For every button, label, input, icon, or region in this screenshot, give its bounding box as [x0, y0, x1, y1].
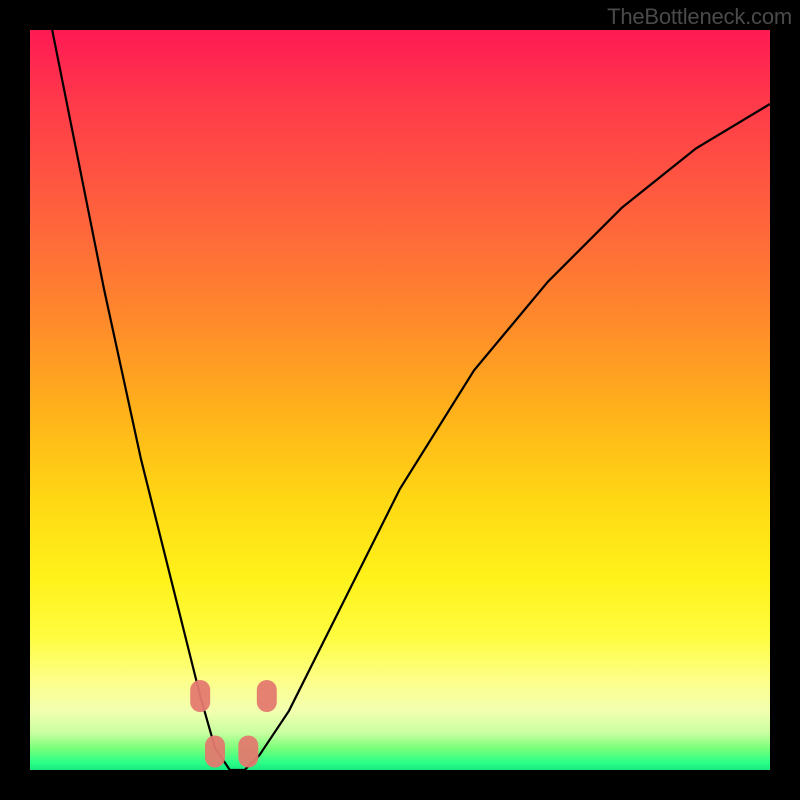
annotation-right-band-upper — [257, 680, 277, 712]
annotation-left-band-lower — [205, 736, 225, 768]
bottleneck-curve — [52, 30, 770, 770]
curve-svg — [30, 30, 770, 770]
annotation-markers — [190, 680, 277, 768]
chart-frame: TheBottleneck.com — [0, 0, 800, 800]
annotation-left-band-upper — [190, 680, 210, 712]
plot-area — [30, 30, 770, 770]
watermark-text: TheBottleneck.com — [607, 4, 792, 30]
annotation-right-band-lower — [238, 736, 258, 768]
